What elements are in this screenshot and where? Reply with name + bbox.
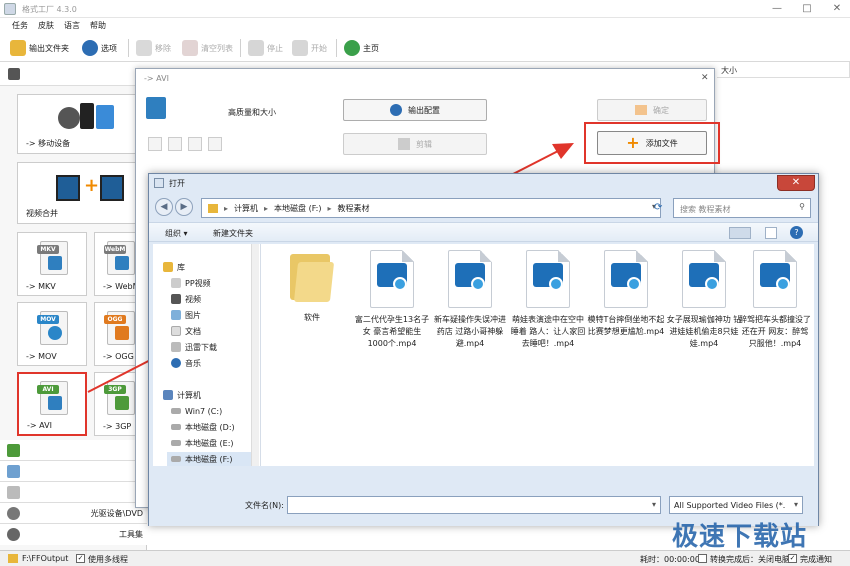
drive-icon — [171, 440, 181, 446]
drive-icon — [171, 456, 181, 462]
nav-pp-video[interactable]: PP视频 — [171, 276, 211, 290]
file-item-video[interactable]: 新车疑操作失误冲进药店 过路小哥神躲避.mp4 — [431, 250, 509, 350]
close-icon[interactable]: ✕ — [777, 175, 815, 191]
address-bar[interactable]: ▸ 计算机 ▸ 本地磁盘 (F:) ▸ 教程素材 ▾ — [201, 198, 661, 218]
help-icon[interactable]: ? — [790, 226, 803, 239]
file-item-video[interactable]: 醉驾把车头都撞没了还在开 网友：醉驾只服他！.mp4 — [739, 250, 811, 350]
preview-pane-icon[interactable] — [765, 227, 777, 239]
chevron-down-icon[interactable]: ▾ — [793, 500, 798, 509]
open-file-dialog: 打开 ✕ ◀ ▶ ▸ 计算机 ▸ 本地磁盘 (F:) ▸ 教程素材 ▾ ⟳ 搜索… — [148, 173, 819, 526]
nav-documents[interactable]: 文档 — [171, 324, 201, 338]
forward-icon[interactable]: ▶ — [175, 198, 193, 216]
output-path[interactable]: F:\FFOutput — [22, 554, 68, 563]
open-dialog-titlebar: 打开 ✕ — [149, 174, 818, 194]
video-library-icon — [171, 294, 181, 304]
drive-icon — [171, 408, 181, 414]
video-file-icon — [753, 250, 797, 308]
command-bar: 组织 ▾ 新建文件夹 ? — [149, 222, 818, 242]
multithread-checkbox[interactable]: ✓ — [76, 554, 85, 563]
nav-disk-e[interactable]: 本地磁盘 (E:) — [171, 436, 234, 450]
video-file-icon — [448, 250, 492, 308]
search-icon[interactable]: ⚲ — [799, 202, 805, 211]
file-list: 软件 富二代代孕生13名子女 豪言希望能生1000个.mp4 新车疑操作失误冲进… — [261, 244, 814, 466]
video-file-icon — [526, 250, 570, 308]
filename-input[interactable]: ▾ — [287, 496, 661, 514]
file-item-video[interactable]: 萌娃表演途中在空中睡着 路人：让人家回去睡吧！.mp4 — [509, 250, 587, 350]
file-item-folder[interactable]: 软件 — [273, 250, 351, 324]
breadcrumb-computer[interactable]: 计算机 — [234, 203, 258, 214]
nav-music[interactable]: 音乐 — [171, 356, 201, 370]
file-item-video[interactable]: 富二代代孕生13名子女 豪言希望能生1000个.mp4 — [353, 250, 431, 350]
organize-button[interactable]: 组织 ▾ — [165, 228, 188, 239]
library-folder-icon — [171, 278, 181, 288]
library-icon — [163, 262, 173, 272]
video-file-icon — [604, 250, 648, 308]
watermark: 极速下载站 — [672, 522, 808, 552]
folder-icon — [290, 250, 335, 302]
video-file-icon — [682, 250, 726, 308]
nav-library[interactable]: 库 — [163, 260, 185, 274]
file-item-video[interactable]: 模特T台摔倒坐地不起 比赛梦想更尴尬.mp4 — [587, 250, 665, 338]
nav-computer[interactable]: 计算机 — [163, 388, 201, 402]
nav-videos[interactable]: 视频 — [171, 292, 201, 306]
breadcrumb-disk-f[interactable]: 本地磁盘 (F:) — [274, 203, 321, 214]
shutdown-checkbox[interactable] — [698, 554, 707, 563]
search-input[interactable]: 搜索 教程素材 ⚲ — [673, 198, 811, 218]
folder-icon — [8, 554, 18, 563]
refresh-icon[interactable]: ⟳ — [654, 199, 668, 217]
file-type-select[interactable]: All Supported Video Files (*. ▾ — [669, 496, 803, 514]
nav-win7[interactable]: Win7 (C:) — [171, 404, 222, 418]
folder-icon — [208, 203, 218, 213]
download-folder-icon — [171, 342, 181, 352]
video-file-icon — [370, 250, 414, 308]
open-dialog-navbar: ◀ ▶ ▸ 计算机 ▸ 本地磁盘 (F:) ▸ 教程素材 ▾ ⟳ 搜索 教程素材… — [149, 194, 818, 222]
picture-library-icon — [171, 310, 181, 320]
navigation-pane: 库 PP视频 视频 图片 文档 迅雷下载 音乐 计算机 Win7 (C:) 本地… — [153, 244, 261, 466]
breadcrumb-tutorial-material[interactable]: 教程素材 — [338, 203, 370, 214]
nav-disk-d[interactable]: 本地磁盘 (D:) — [171, 420, 235, 434]
nav-pictures[interactable]: 图片 — [171, 308, 201, 322]
document-library-icon — [171, 326, 181, 336]
file-item-video[interactable]: 女子展现瑜伽神功 钻进娃娃机偷走8只娃娃.mp4 — [665, 250, 743, 350]
nav-scrollbar[interactable] — [251, 244, 259, 466]
back-icon[interactable]: ◀ — [155, 198, 173, 216]
chevron-down-icon[interactable]: ▾ — [652, 500, 656, 509]
view-icon[interactable] — [729, 227, 751, 239]
format-factory-window: 格式工厂 4.3.0 — □ ✕ 任务 皮肤 语言 帮助 输出文件夹 选项 移除… — [0, 0, 850, 566]
notify-checkbox[interactable]: ✓ — [788, 554, 797, 563]
drive-icon — [171, 424, 181, 430]
music-note-icon — [171, 358, 181, 368]
dialog-icon — [154, 178, 164, 188]
nav-xunlei[interactable]: 迅雷下载 — [171, 340, 217, 354]
nav-disk-f[interactable]: 本地磁盘 (F:) — [167, 452, 255, 466]
computer-icon — [163, 390, 173, 400]
new-folder-button[interactable]: 新建文件夹 — [213, 228, 253, 239]
